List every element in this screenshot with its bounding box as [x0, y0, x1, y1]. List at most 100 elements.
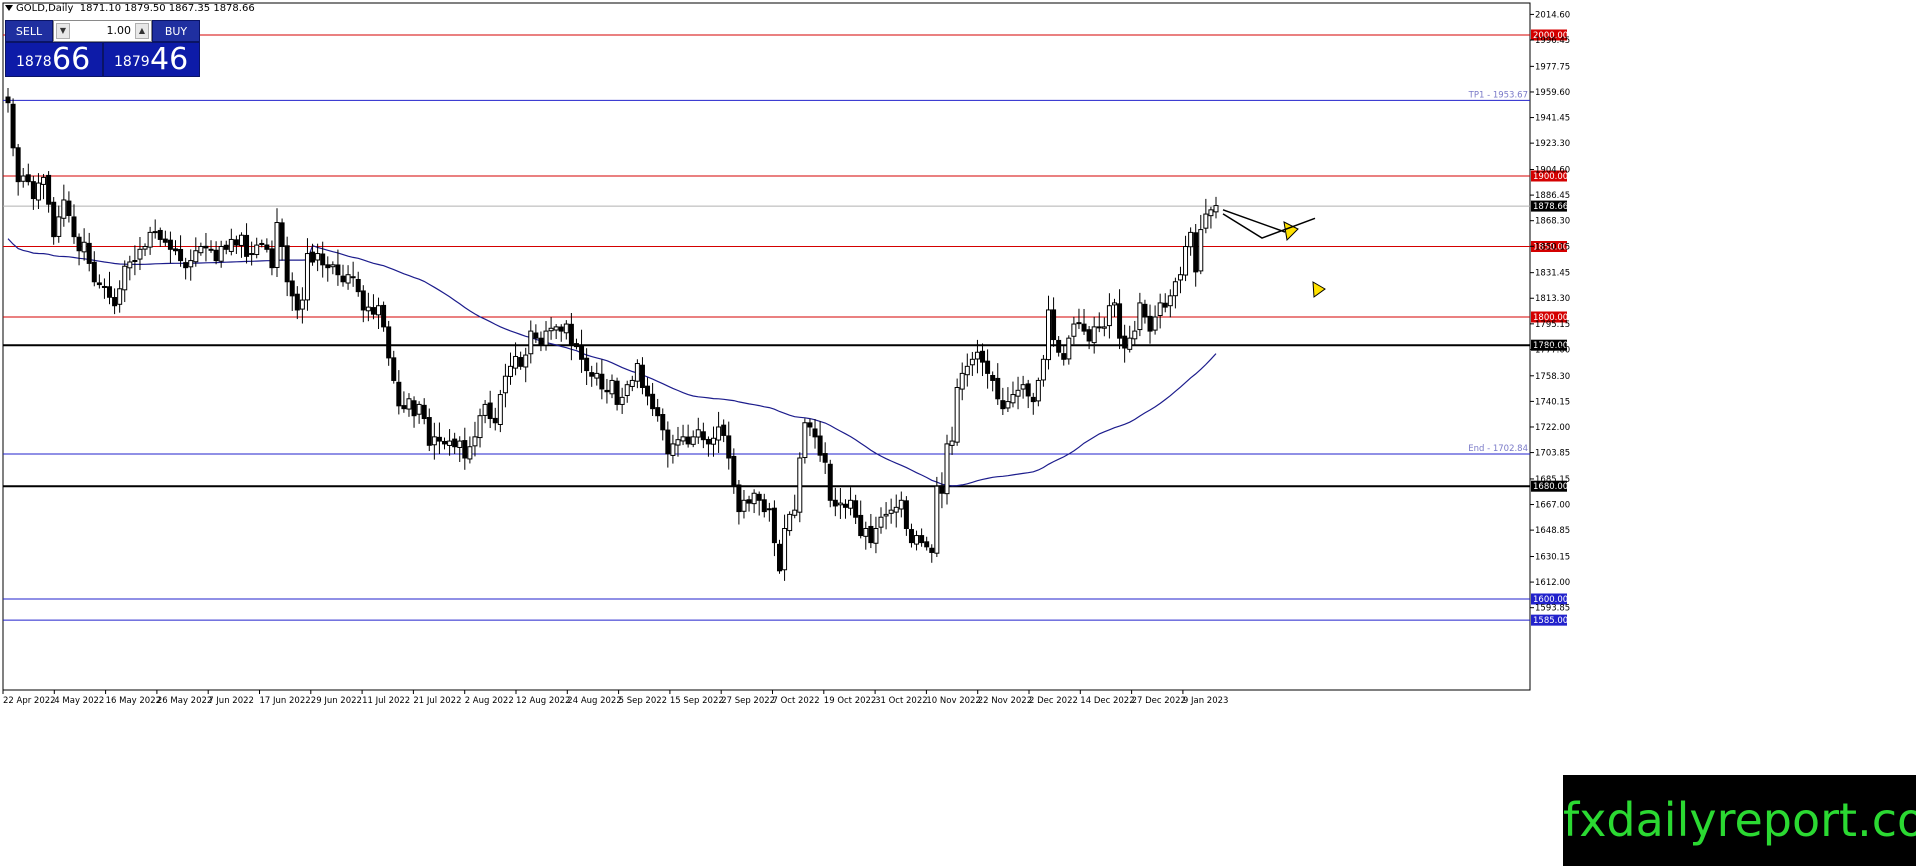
candle-body[interactable]	[416, 403, 422, 415]
candle-body[interactable]	[853, 500, 859, 518]
candle-body[interactable]	[1203, 213, 1209, 229]
candle-body[interactable]	[624, 384, 630, 396]
candle-body[interactable]	[162, 238, 168, 243]
candle-body[interactable]	[1188, 231, 1194, 248]
candle-body[interactable]	[117, 288, 123, 305]
candle-body[interactable]	[888, 509, 894, 514]
lot-size-field[interactable]: ▼ 1.00 ▲	[53, 20, 152, 42]
candle-body[interactable]	[538, 337, 544, 346]
candle-body[interactable]	[1020, 384, 1026, 390]
candle-body[interactable]	[980, 350, 986, 363]
candle-body[interactable]	[568, 323, 574, 346]
candle-body[interactable]	[822, 453, 828, 463]
candle-body[interactable]	[96, 282, 102, 286]
candle-body[interactable]	[5, 96, 11, 104]
candle-body[interactable]	[548, 327, 554, 332]
candle-body[interactable]	[193, 250, 199, 263]
candle-body[interactable]	[563, 323, 569, 334]
candle-body[interactable]	[406, 398, 412, 410]
candle-body[interactable]	[1137, 302, 1143, 331]
candle-body[interactable]	[842, 503, 848, 508]
candle-body[interactable]	[944, 443, 950, 495]
candle-body[interactable]	[1066, 337, 1072, 360]
candle-body[interactable]	[25, 174, 31, 183]
candle-body[interactable]	[1167, 295, 1173, 307]
candle-body[interactable]	[523, 354, 529, 368]
candle-body[interactable]	[766, 508, 772, 511]
candle-body[interactable]	[457, 440, 463, 448]
candle-body[interactable]	[15, 147, 21, 183]
candle-body[interactable]	[1157, 302, 1163, 316]
candle-body[interactable]	[172, 248, 178, 252]
candle-body[interactable]	[964, 365, 970, 376]
candle-body[interactable]	[660, 414, 666, 431]
candle-body[interactable]	[264, 244, 270, 250]
candle-body[interactable]	[792, 509, 798, 516]
candle-body[interactable]	[198, 246, 204, 254]
candle-body[interactable]	[665, 429, 671, 455]
candle-body[interactable]	[914, 535, 920, 545]
candle-body[interactable]	[436, 436, 442, 442]
candle-body[interactable]	[1035, 379, 1041, 402]
candle-body[interactable]	[502, 375, 508, 394]
candle-body[interactable]	[1005, 401, 1011, 409]
candle-body[interactable]	[782, 528, 788, 571]
candle-body[interactable]	[776, 543, 782, 572]
candle-body[interactable]	[787, 513, 793, 532]
candle-body[interactable]	[335, 264, 341, 276]
candle-body[interactable]	[807, 422, 813, 428]
candle-body[interactable]	[370, 307, 376, 315]
candle-body[interactable]	[279, 222, 285, 248]
candle-body[interactable]	[249, 253, 255, 256]
candle-body[interactable]	[228, 238, 234, 252]
candle-body[interactable]	[71, 216, 77, 238]
candle-body[interactable]	[893, 506, 899, 513]
candle-body[interactable]	[157, 229, 163, 240]
candle-body[interactable]	[518, 357, 524, 367]
candle-body[interactable]	[756, 493, 762, 501]
lot-size-value[interactable]: 1.00	[72, 21, 133, 41]
candle-body[interactable]	[152, 231, 158, 234]
candle-body[interactable]	[1046, 309, 1052, 361]
candle-body[interactable]	[609, 379, 615, 395]
candle-body[interactable]	[1127, 337, 1133, 350]
candle-body[interactable]	[1081, 323, 1087, 332]
candle-body[interactable]	[462, 440, 468, 459]
candle-body[interactable]	[472, 436, 478, 447]
candle-body[interactable]	[355, 278, 361, 293]
candle-body[interactable]	[1106, 305, 1112, 327]
candle-body[interactable]	[1208, 209, 1214, 217]
candle-body[interactable]	[188, 260, 194, 268]
chart-menu-triangle-icon[interactable]	[5, 5, 13, 11]
candle-body[interactable]	[883, 513, 889, 517]
candle-body[interactable]	[700, 431, 706, 441]
candle-body[interactable]	[711, 437, 717, 445]
candle-body[interactable]	[995, 377, 1001, 400]
candle-body[interactable]	[421, 404, 427, 420]
candle-body[interactable]	[1096, 326, 1102, 329]
buy-button[interactable]: BUY	[152, 20, 200, 42]
candle-body[interactable]	[736, 484, 742, 513]
candle-body[interactable]	[1061, 353, 1067, 360]
candle-body[interactable]	[1015, 389, 1021, 397]
candle-body[interactable]	[599, 373, 605, 390]
candle-body[interactable]	[1076, 322, 1082, 325]
candle-body[interactable]	[924, 541, 930, 548]
candle-body[interactable]	[274, 222, 280, 268]
candle-body[interactable]	[61, 199, 67, 219]
candle-body[interactable]	[30, 181, 36, 200]
candle-body[interactable]	[122, 265, 128, 291]
candle-body[interactable]	[269, 248, 275, 269]
candle-body[interactable]	[507, 365, 513, 377]
candle-body[interactable]	[350, 276, 356, 279]
candle-body[interactable]	[604, 389, 610, 393]
candle-body[interactable]	[487, 402, 493, 420]
candle-body[interactable]	[721, 424, 727, 436]
candle-body[interactable]	[584, 357, 590, 372]
price-chart[interactable]: 2000.00TP1 - 1953.671900.001850.001800.0…	[0, 0, 1916, 866]
candle-body[interactable]	[716, 426, 722, 441]
candle-body[interactable]	[20, 175, 26, 182]
candle-body[interactable]	[477, 415, 483, 439]
candle-body[interactable]	[934, 485, 940, 554]
candle-body[interactable]	[969, 358, 975, 366]
